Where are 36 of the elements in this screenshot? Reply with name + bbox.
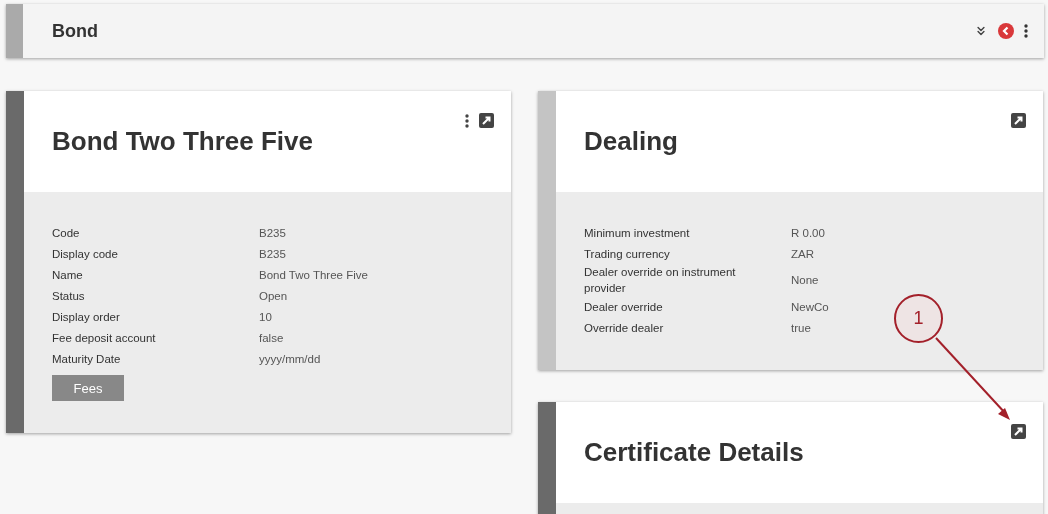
field-label: Code xyxy=(52,225,81,241)
field-value: false xyxy=(259,331,285,344)
field-value: Bond Two Three Five xyxy=(259,268,369,281)
field-label: Fee deposit account xyxy=(52,330,157,346)
field-value: None xyxy=(791,274,820,286)
field-value: 10 xyxy=(259,310,273,323)
field-label: Status xyxy=(52,288,86,304)
field-value: B235 xyxy=(259,247,287,260)
field-label: Minimum investment xyxy=(584,225,691,241)
field-label: Display order xyxy=(52,309,121,325)
card-title: Certificate Details xyxy=(584,437,804,468)
field-label: Dealer override xyxy=(584,299,664,315)
collapse-icon[interactable] xyxy=(974,24,988,38)
field-label: Name xyxy=(52,267,84,283)
card-title: Bond Two Three Five xyxy=(52,126,313,157)
card-title: Dealing xyxy=(584,126,678,157)
field-label: Display code xyxy=(52,246,119,262)
field-label: Maturity Date xyxy=(52,351,122,367)
fees-button[interactable]: Fees xyxy=(52,375,124,401)
more-icon[interactable] xyxy=(465,113,469,128)
field-label: Override dealer xyxy=(584,320,665,336)
field-value: Open xyxy=(259,289,289,302)
field-value: R 0.00 xyxy=(791,226,826,239)
expand-icon[interactable] xyxy=(1011,113,1026,128)
more-icon[interactable] xyxy=(1024,24,1028,38)
field-value: yyyy/mm/dd xyxy=(259,352,322,365)
field-value: NewCo xyxy=(791,300,830,313)
expand-icon[interactable] xyxy=(1011,424,1026,439)
field-label: Dealer override on instrument provider xyxy=(584,265,737,296)
field-value: true xyxy=(791,321,812,334)
field-value: ZAR xyxy=(791,247,815,260)
expand-icon[interactable] xyxy=(479,113,494,128)
field-label: Trading currency xyxy=(584,246,671,262)
field-value: B235 xyxy=(259,226,287,239)
back-icon[interactable] xyxy=(998,23,1014,39)
page-title: Bond xyxy=(52,20,99,42)
